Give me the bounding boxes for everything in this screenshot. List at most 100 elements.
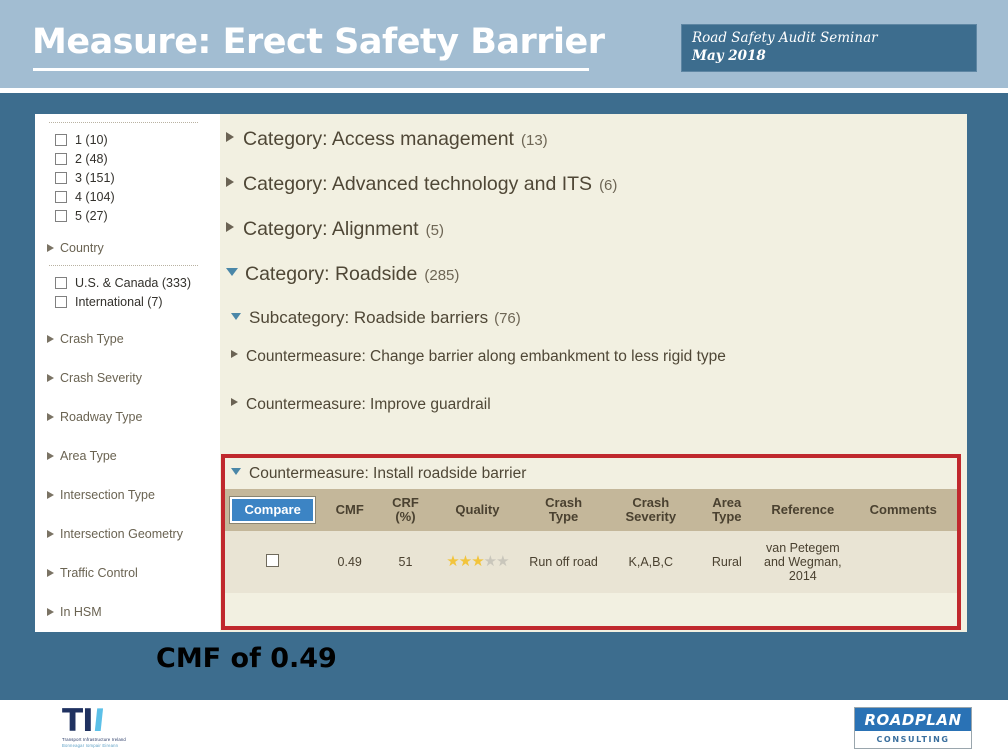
column-header-cmf[interactable]: CMF xyxy=(320,489,379,531)
category-label: Category: Alignment xyxy=(243,218,419,240)
countermeasure-install-roadside-barrier[interactable]: Countermeasure: Install roadside barrier xyxy=(225,458,957,489)
column-header-area-type[interactable]: Area Type xyxy=(697,489,756,531)
filter-sidebar: 1 (10) 2 (48) 3 (151) 4 (104) 5 (27) Cou… xyxy=(35,114,220,632)
filter-label: 2 (48) xyxy=(75,151,108,166)
sidebar-divider-top xyxy=(49,122,198,123)
sidebar-group-crash-severity[interactable]: Crash Severity xyxy=(35,367,220,389)
countermeasure-improve-guardrail[interactable]: Countermeasure: Improve guardrail xyxy=(220,396,967,444)
column-header-reference[interactable]: Reference xyxy=(756,489,849,531)
filter-label: 4 (104) xyxy=(75,189,115,204)
filter-star-3[interactable]: 3 (151) xyxy=(35,168,220,187)
tii-logo: TII Transport Infrastructure Ireland Bon… xyxy=(62,703,134,752)
cell-reference[interactable]: van Petegem and Wegman, 2014 xyxy=(756,531,849,593)
checkbox-icon[interactable] xyxy=(55,152,67,165)
column-header-crash-type[interactable]: Crash Type xyxy=(523,489,604,531)
triangle-down-icon xyxy=(231,468,241,475)
column-header-crf-line2: (%) xyxy=(395,509,416,524)
category-advanced-technology-its[interactable]: Category: Advanced technology and ITS (6… xyxy=(220,173,967,218)
compare-button[interactable]: Compare xyxy=(230,497,315,523)
countermeasure-label: Countermeasure: Install roadside barrier xyxy=(249,465,527,482)
sidebar-group-intersection-type[interactable]: Intersection Type xyxy=(35,484,220,506)
sidebar-group-label: Crash Severity xyxy=(60,371,142,385)
filter-international[interactable]: International (7) xyxy=(35,292,220,311)
column-header-crf-line1: CRF xyxy=(392,495,419,510)
category-label: Category: Access management xyxy=(243,128,514,150)
countermeasure-label: Countermeasure: Improve guardrail xyxy=(246,396,491,413)
column-header-area-type-line1: Area xyxy=(712,495,742,510)
star-filled-icon: ★ xyxy=(446,553,459,570)
checkbox-icon[interactable] xyxy=(55,295,67,308)
filter-label: 3 (151) xyxy=(75,170,115,185)
sidebar-group-intersection-geometry[interactable]: Intersection Geometry xyxy=(35,523,220,545)
filter-us-canada[interactable]: U.S. & Canada (333) xyxy=(35,273,220,292)
category-count: (13) xyxy=(520,132,548,149)
sidebar-group-area-type[interactable]: Area Type xyxy=(35,445,220,467)
title-underline xyxy=(33,68,589,71)
sidebar-group-label: Area Type xyxy=(60,449,117,463)
sidebar-group-traffic-control[interactable]: Traffic Control xyxy=(35,562,220,584)
sidebar-group-crash-type[interactable]: Crash Type xyxy=(35,328,220,350)
cell-crf[interactable]: 51 xyxy=(379,531,432,593)
column-header-comments[interactable]: Comments xyxy=(849,489,957,531)
roadplan-tagline-band: CONSULTING xyxy=(855,731,971,748)
star-filled-icon: ★ xyxy=(471,553,484,570)
filter-label: U.S. & Canada (333) xyxy=(75,275,192,290)
sidebar-divider-country xyxy=(49,265,198,266)
row-checkbox[interactable] xyxy=(266,554,280,567)
triangle-right-icon xyxy=(47,335,54,343)
tii-subtitle-irish: Bonneagar Iompair Eireann xyxy=(62,743,119,748)
triangle-right-icon xyxy=(231,398,238,406)
cell-area-type: Rural xyxy=(711,555,742,569)
sidebar-group-label: Roadway Type xyxy=(60,410,143,424)
filter-star-4[interactable]: 4 (104) xyxy=(35,187,220,206)
compare-header-cell: Compare xyxy=(225,489,320,531)
triangle-right-icon xyxy=(47,452,54,460)
checkbox-icon[interactable] xyxy=(55,190,67,203)
sidebar-group-roadway-type[interactable]: Roadway Type xyxy=(35,406,220,428)
category-roadside[interactable]: Category: Roadside (285) xyxy=(220,263,967,308)
column-header-crash-severity[interactable]: Crash Severity xyxy=(604,489,697,531)
sidebar-group-label: Traffic Control xyxy=(60,566,138,580)
tii-wordmark: TII xyxy=(62,703,134,739)
triangle-right-icon xyxy=(47,608,54,616)
cell-crash-type: Run off road xyxy=(529,555,598,569)
category-alignment[interactable]: Category: Alignment (5) xyxy=(220,218,967,263)
category-count: (285) xyxy=(424,267,460,284)
sidebar-group-in-hsm[interactable]: In HSM xyxy=(35,601,220,623)
category-access-management[interactable]: Category: Access management (13) xyxy=(220,128,967,173)
filter-label: 1 (10) xyxy=(75,132,108,147)
triangle-right-icon xyxy=(47,569,54,577)
triangle-down-icon xyxy=(231,313,241,320)
filter-star-1[interactable]: 1 (10) xyxy=(35,130,220,149)
checkbox-icon[interactable] xyxy=(55,133,67,146)
triangle-right-icon xyxy=(47,413,54,421)
column-header-crash-type-line1: Crash xyxy=(545,495,583,510)
filter-star-2[interactable]: 2 (48) xyxy=(35,149,220,168)
countermeasure-change-barrier[interactable]: Countermeasure: Change barrier along emb… xyxy=(220,348,967,396)
triangle-right-icon xyxy=(47,530,54,538)
triangle-right-icon xyxy=(231,350,238,358)
cell-comments xyxy=(849,531,957,593)
cmf-clearinghouse-window: 1 (10) 2 (48) 3 (151) 4 (104) 5 (27) Cou… xyxy=(35,114,967,632)
roadplan-name-band: ROADPLAN xyxy=(855,708,971,731)
cell-quality: ★★★★★ xyxy=(432,531,523,593)
column-header-crash-severity-line2: Severity xyxy=(625,509,677,524)
column-header-quality[interactable]: Quality xyxy=(432,489,523,531)
column-header-crf[interactable]: CRF (%) xyxy=(379,489,432,531)
star-empty-icon: ★ xyxy=(483,553,497,570)
category-count: (5) xyxy=(425,222,444,239)
checkbox-icon[interactable] xyxy=(55,209,67,222)
cmf-results-table: Compare CMF CRF (%) Quality Crash Type C… xyxy=(225,489,957,593)
column-header-crash-type-line2: Type xyxy=(548,509,579,524)
star-empty-icon: ★ xyxy=(496,553,509,570)
seminar-name: Road Safety Audit Seminar xyxy=(692,30,878,46)
checkbox-icon[interactable] xyxy=(55,276,67,289)
filter-star-5[interactable]: 5 (27) xyxy=(35,206,220,225)
row-select-cell xyxy=(225,531,320,593)
roadplan-logo: ROADPLAN CONSULTING xyxy=(854,707,972,749)
cell-cmf[interactable]: 0.49 xyxy=(320,531,379,593)
checkbox-icon[interactable] xyxy=(55,171,67,184)
slide-caption: CMF of 0.49 xyxy=(156,643,337,674)
subcategory-roadside-barriers[interactable]: Subcategory: Roadside barriers (76) xyxy=(220,308,967,348)
sidebar-group-country[interactable]: Country xyxy=(35,237,220,259)
